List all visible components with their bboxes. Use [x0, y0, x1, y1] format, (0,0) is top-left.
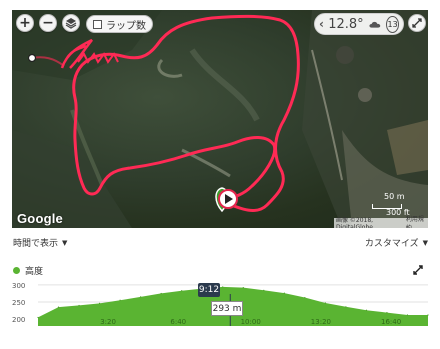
weather-widget[interactable]: ‹ 12.8° 13 — [314, 13, 404, 35]
imagery-credit: 画像 ©2018, DigitalGlobe — [336, 217, 374, 228]
cloud-icon — [369, 21, 380, 28]
satellite-map[interactable]: + − ラップ数 ‹ 12.8° 13 Google 50 m 300 ft 画… — [12, 10, 428, 228]
y-tick-label: 250 — [12, 299, 25, 307]
lap-count-toggle[interactable]: ラップ数 — [86, 15, 153, 33]
legend-dot — [13, 267, 20, 274]
layers-icon — [65, 18, 77, 29]
elevation-point — [283, 292, 285, 294]
map-copyright: 画像 ©2018, DigitalGlobe 利用規約 — [334, 216, 428, 228]
temperature-value: 12.8° — [328, 16, 364, 32]
x-tick-label: 6:40 — [170, 318, 186, 326]
time-display-label: 時間で表示 — [13, 239, 59, 249]
customize-label: カスタマイズ — [364, 239, 419, 249]
elevation-point — [57, 306, 60, 308]
elevation-point — [365, 309, 368, 311]
time-display-dropdown[interactable]: 時間で表示 ▼ — [13, 236, 68, 250]
x-tick-label: 10:00 — [241, 318, 261, 326]
x-tick-label: 16:40 — [381, 318, 401, 326]
elevation-point — [160, 292, 162, 295]
chevron-left-icon[interactable]: ‹ — [319, 17, 326, 31]
caret-down-icon: ▼ — [422, 238, 428, 247]
plus-icon: + — [19, 15, 31, 31]
elevation-point — [427, 314, 429, 316]
zoom-out-button[interactable]: − — [39, 14, 57, 32]
elevation-point — [140, 296, 142, 298]
minus-icon: − — [42, 15, 54, 31]
lap-count-label: ラップ数 — [106, 20, 146, 32]
expand-icon — [412, 18, 422, 28]
caret-down-icon: ▼ — [62, 238, 68, 247]
elevation-point — [37, 316, 39, 319]
start-marker-icon[interactable] — [27, 53, 37, 63]
customize-dropdown[interactable]: カスタマイズ ▼ — [364, 236, 428, 250]
terms-link[interactable]: 利用規約 — [406, 214, 426, 228]
wind-icon: 13 — [386, 15, 399, 33]
elevation-point — [324, 302, 326, 304]
x-tick-label: 3:20 — [100, 318, 116, 326]
y-tick-label: 200 — [12, 316, 25, 324]
elevation-point — [406, 314, 409, 316]
elevation-point — [242, 287, 244, 289]
map-scale: 50 m 300 ft — [372, 192, 420, 217]
zoom-in-button[interactable]: + — [16, 14, 34, 32]
expand-map-button[interactable] — [408, 14, 426, 32]
elevation-point — [345, 306, 347, 308]
elevation-point — [386, 312, 388, 314]
elevation-point — [119, 299, 121, 301]
google-logo: Google — [17, 211, 63, 226]
elevation-point — [304, 296, 306, 299]
scale-meters: 50 m — [384, 192, 405, 201]
map-layers-button[interactable] — [62, 14, 80, 32]
map-terrain — [12, 10, 428, 228]
elevation-point — [78, 304, 80, 307]
elevation-point — [222, 286, 224, 288]
chart-controls: 時間で表示 ▼ カスタマイズ ▼ — [12, 236, 428, 252]
elevation-point — [263, 289, 265, 291]
cursor-time-label: 9:12 — [198, 283, 220, 297]
y-tick-label: 300 — [12, 282, 25, 290]
activity-map-elevation-view: + − ラップ数 ‹ 12.8° 13 Google 50 m 300 ft 画… — [0, 0, 440, 349]
cursor-value-tooltip: 293 m — [211, 301, 243, 316]
x-tick-label: 13:20 — [311, 318, 331, 326]
expand-chart-icon[interactable] — [413, 265, 423, 275]
elevation-point — [98, 302, 101, 304]
lap-checkbox[interactable] — [93, 19, 102, 29]
elevation-point — [181, 290, 183, 292]
